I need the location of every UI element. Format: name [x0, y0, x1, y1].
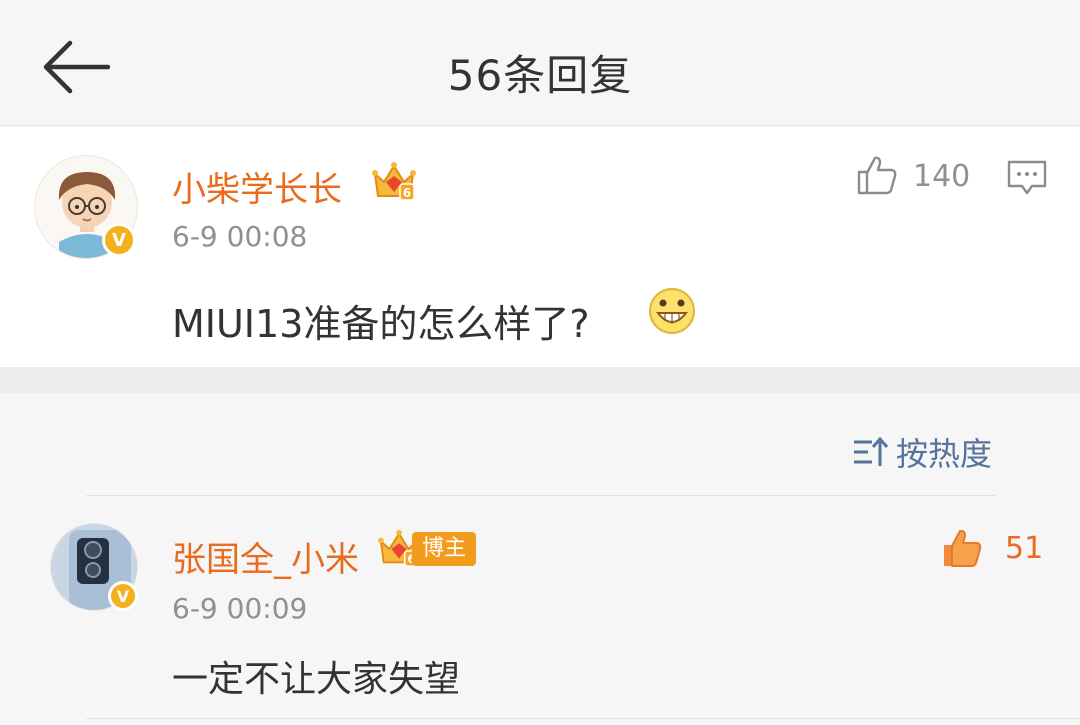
grin-emoji-icon	[648, 287, 696, 339]
reply-time: 6-9 00:09	[172, 592, 308, 625]
section-separator	[0, 367, 1080, 393]
verified-badge: V	[102, 223, 136, 257]
avatar[interactable]: V	[34, 155, 138, 259]
sort-icon	[854, 436, 888, 466]
crown-icon: 6	[372, 160, 416, 206]
thumbs-up-filled-icon	[944, 529, 982, 567]
comment-icon	[1007, 160, 1047, 195]
reply-content: 一定不让大家失望	[172, 659, 461, 700]
like-button[interactable]	[856, 154, 898, 200]
divider	[86, 495, 996, 496]
username[interactable]: 小柴学长长	[172, 162, 342, 211]
sort-label: 按热度	[896, 435, 993, 473]
page-title: 56条回复	[447, 51, 633, 100]
reply-username[interactable]: 张国全_小米	[172, 532, 359, 581]
like-count: 140	[913, 159, 971, 194]
sort-toggle[interactable]: 按热度	[852, 432, 993, 473]
top-bar: 56条回复	[0, 0, 1080, 126]
comment-content: MIUI13准备的怎么样了?	[172, 302, 590, 346]
comment-replies-screen: 56条回复 V 小柴学长长 6 6-9 00:08 MIUI13准备的怎么样了?…	[0, 0, 1080, 725]
main-comment: V 小柴学长长 6 6-9 00:08 MIUI13准备的怎么样了? 140	[0, 127, 1080, 367]
verified-badge: V	[108, 581, 138, 611]
divider	[86, 718, 1080, 719]
comment-button[interactable]	[1006, 159, 1048, 201]
thumbs-up-outline-icon	[857, 156, 897, 195]
reply-like-count: 51	[1005, 531, 1044, 566]
reply-like-button[interactable]	[940, 527, 984, 573]
blogger-tag: 博主	[412, 532, 477, 566]
reply-avatar[interactable]: V	[50, 523, 138, 611]
comment-time: 6-9 00:08	[172, 220, 308, 253]
svg-text:6: 6	[403, 186, 411, 200]
